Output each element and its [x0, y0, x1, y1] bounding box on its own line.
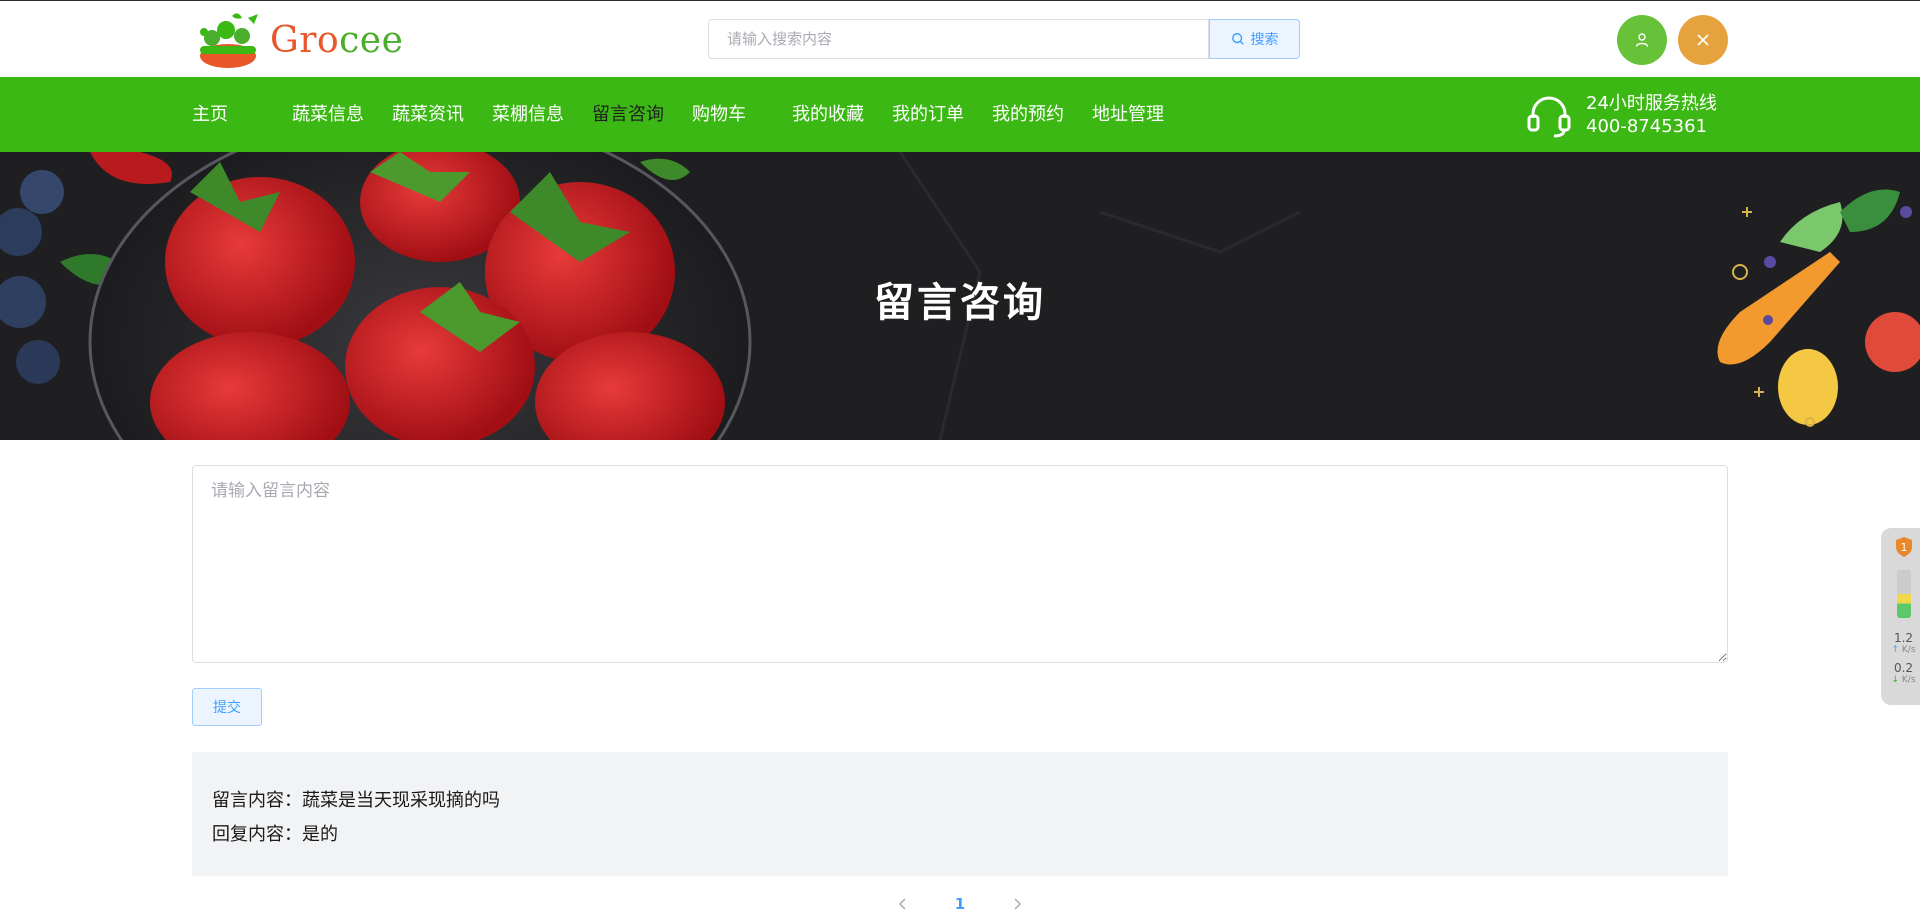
user-button[interactable]: [1617, 15, 1667, 65]
submit-button[interactable]: 提交: [192, 688, 262, 726]
banner-title: 留言咨询: [874, 280, 1046, 326]
nav-item-home[interactable]: 主页: [192, 77, 228, 152]
close-icon: [1697, 34, 1709, 46]
search-input[interactable]: [708, 19, 1209, 59]
hotline-number: 400-8745361: [1586, 116, 1708, 137]
page-number[interactable]: 1: [955, 895, 965, 912]
message-content-line: 留言内容：蔬菜是当天现采现摘的吗: [212, 784, 1708, 818]
message-textarea[interactable]: [192, 465, 1728, 663]
upload-rate-value: 1.2: [1893, 631, 1914, 645]
reply-content-text: 是的: [302, 824, 338, 845]
prev-page-icon[interactable]: [896, 897, 910, 911]
upload-unit-text: K/s: [1901, 645, 1916, 655]
memory-meter: [1896, 570, 1911, 618]
nav-item-greenhouse-info[interactable]: 菜棚信息: [492, 77, 564, 152]
user-icon: [1635, 33, 1649, 47]
logo[interactable]: Grocee: [192, 8, 412, 72]
download-unit-text: K/s: [1901, 675, 1916, 685]
nav-item-message[interactable]: 留言咨询: [592, 77, 664, 152]
reply-content-label: 回复内容：: [212, 824, 302, 845]
nav-item-orders[interactable]: 我的订单: [892, 77, 964, 152]
search-icon: [1231, 33, 1244, 45]
vegetable-basket-icon: [200, 13, 258, 68]
logout-button[interactable]: [1678, 15, 1728, 65]
nav-item-reservations[interactable]: 我的预约: [992, 77, 1064, 152]
nav-item-vegetable-info[interactable]: 蔬菜信息: [292, 77, 364, 152]
nav-item-vegetable-news[interactable]: 蔬菜资讯: [392, 77, 464, 152]
reply-content-line: 回复内容：是的: [212, 818, 1708, 852]
top-header: Grocee 搜索: [0, 2, 1920, 77]
logo-text-part2: cee: [339, 19, 404, 61]
page-banner: 留言咨询: [0, 152, 1920, 440]
alert-count: 1: [1900, 541, 1907, 554]
hotline-label: 24小时服务热线: [1586, 93, 1717, 114]
pagination: 1: [896, 894, 1024, 912]
message-item: 留言内容：蔬菜是当天现采现摘的吗 回复内容：是的: [192, 752, 1728, 876]
logo-text: Grocee: [270, 20, 403, 61]
network-speed-widget[interactable]: 1 1.2 ↑ K/s 0.2 ↓ K/s: [1881, 528, 1920, 705]
headset-icon: [1527, 96, 1571, 138]
service-hotline: 24小时服务热线 400-8745361: [1526, 91, 1717, 139]
download-arrow-icon: ↓: [1891, 675, 1900, 685]
download-rate: 0.2 ↓ K/s: [1891, 662, 1915, 686]
nav-item-cart[interactable]: 购物车: [692, 77, 746, 152]
hotline-text: 24小时服务热线 400-8745361: [1586, 92, 1717, 138]
download-rate-value: 0.2: [1893, 661, 1914, 675]
main-nav: 主页 蔬菜信息 蔬菜资讯 菜棚信息 留言咨询 购物车 我的收藏 我的订单 我的预…: [0, 77, 1920, 152]
search-button[interactable]: 搜索: [1209, 19, 1300, 59]
search-bar: 搜索: [708, 19, 1300, 59]
next-page-icon[interactable]: [1010, 897, 1024, 911]
upload-rate: 1.2 ↑ K/s: [1891, 632, 1915, 656]
shield-icon: 1: [1895, 537, 1912, 557]
nav-item-favorites[interactable]: 我的收藏: [792, 77, 864, 152]
upload-arrow-icon: ↑: [1891, 645, 1900, 655]
message-content-label: 留言内容：: [212, 790, 302, 811]
download-rate-unit: ↓ K/s: [1891, 674, 1915, 686]
message-content-text: 蔬菜是当天现采现摘的吗: [302, 790, 500, 811]
message-section: 提交 留言内容：蔬菜是当天现采现摘的吗 回复内容：是的: [192, 465, 1728, 876]
search-button-label: 搜索: [1250, 32, 1279, 48]
nav-item-address[interactable]: 地址管理: [1092, 77, 1164, 152]
upload-rate-unit: ↑ K/s: [1891, 644, 1915, 656]
logo-text-part1: Gro: [270, 19, 340, 61]
